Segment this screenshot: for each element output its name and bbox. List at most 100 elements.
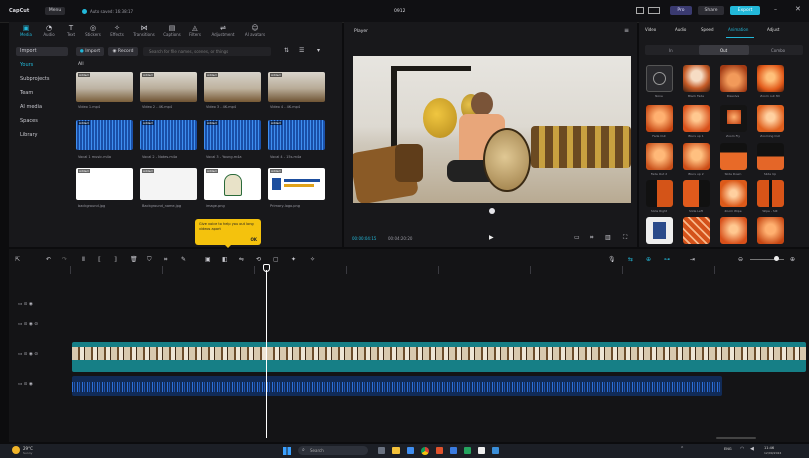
crop-frame-icon[interactable]: ▢ <box>273 256 279 263</box>
crop-icon[interactable]: ⌗ <box>590 234 593 242</box>
search-input[interactable]: Search for file names, scenes, or things <box>143 47 271 56</box>
shield-icon[interactable]: ⛉ <box>147 256 152 264</box>
minimize-icon[interactable]: – <box>774 6 777 13</box>
brush-icon[interactable]: ✎ <box>181 256 186 263</box>
tab-audio[interactable]: ◔ Audio <box>39 24 59 40</box>
play-icon[interactable]: ▶ <box>489 234 494 241</box>
windows-start-icon[interactable] <box>283 447 291 455</box>
undo-icon[interactable]: ↶ <box>46 256 51 263</box>
media-thumb-video-1[interactable]: Added <box>76 72 133 102</box>
filter-icon[interactable]: ☰ <box>299 47 304 54</box>
player-scrub-dot[interactable] <box>489 208 495 214</box>
tab-captions[interactable]: ▤ Captions <box>160 24 184 40</box>
tray-chevron-icon[interactable]: ⌃ <box>680 446 684 452</box>
sidebar-item-library[interactable]: Library <box>16 131 68 140</box>
video-clip[interactable] <box>72 342 806 372</box>
tab-filters[interactable]: ◬ Filters <box>184 24 206 40</box>
shortcut-icon[interactable] <box>648 7 660 14</box>
tab-adjustment[interactable]: ⇌ Adjustment <box>207 24 239 40</box>
mirror-icon[interactable]: ⇋ <box>239 256 244 263</box>
effect-zoom-out-3d[interactable] <box>757 65 784 92</box>
audio-clip[interactable] <box>72 376 722 396</box>
quality-icon[interactable]: ▥ <box>605 234 611 241</box>
split-icon[interactable]: Ⅱ <box>82 256 85 263</box>
effect-wipe-slit[interactable] <box>757 180 784 207</box>
crop-tool-icon[interactable]: ⌗ <box>164 256 167 264</box>
app-icon[interactable] <box>464 447 471 454</box>
tab-stickers[interactable]: ◎ Stickers <box>81 24 105 40</box>
sidebar-item-yours[interactable]: Yours <box>16 61 68 70</box>
playhead[interactable] <box>266 270 267 438</box>
redo-icon[interactable]: ↷ <box>62 256 67 263</box>
menu-button[interactable]: Menu <box>45 7 65 15</box>
media-thumb-audio-2[interactable]: Added <box>140 120 197 150</box>
track-lock-icon[interactable]: ▭ ⊙ ◉ <box>18 302 33 307</box>
tab-adjust[interactable]: Adjust <box>767 27 780 32</box>
effect-none[interactable] <box>646 65 673 92</box>
effect-shrink[interactable] <box>646 217 673 244</box>
view-icon[interactable]: ▾ <box>317 47 320 54</box>
microphone-icon[interactable]: 🎙 <box>608 256 616 263</box>
sort-icon[interactable]: ⇅ <box>284 47 289 54</box>
wifi-icon[interactable]: ◠ <box>740 446 744 452</box>
effect-dissolve[interactable] <box>720 65 747 92</box>
magic-icon[interactable]: ✧ <box>310 256 315 263</box>
rotate-icon[interactable]: ⟲ <box>256 256 261 263</box>
track-lock-icon[interactable]: ▭ ⊙ ◉ ⊙ <box>18 322 38 327</box>
media-thumb-audio-1[interactable]: Added <box>76 120 133 150</box>
effect-slide-down[interactable] <box>720 143 747 170</box>
tab-speed[interactable]: Speed <box>701 27 714 32</box>
media-thumb-image-4[interactable]: Added <box>268 168 325 200</box>
effect-zoom-wipe[interactable] <box>720 180 747 207</box>
volume-icon[interactable]: ◀ <box>750 446 754 452</box>
time-ruler[interactable] <box>70 266 805 274</box>
video-preview[interactable] <box>353 56 631 203</box>
main-track-link-icon[interactable]: ⇆ <box>628 256 633 263</box>
sidebar-item-spaces[interactable]: Spaces <box>16 117 68 126</box>
record-button[interactable]: ◉ Record <box>108 47 138 56</box>
effect-shake[interactable] <box>683 217 710 244</box>
timeline-scrollbar[interactable] <box>716 437 756 439</box>
app-icon[interactable] <box>436 447 443 454</box>
chrome-icon[interactable] <box>421 447 429 455</box>
weather-icon[interactable] <box>12 446 20 454</box>
tab-audio-inspector[interactable]: Audio <box>675 27 686 32</box>
pro-button[interactable]: Pro <box>670 6 692 15</box>
import-button[interactable]: ● Import <box>76 47 104 56</box>
tab-ai-avatars[interactable]: ☺ AI avatars <box>240 24 270 40</box>
zoom-slider-handle[interactable] <box>774 256 779 261</box>
media-thumb-image-2[interactable]: Added <box>140 168 197 200</box>
project-name[interactable]: 0912 <box>394 9 405 14</box>
delete-icon[interactable]: 🗑 <box>130 256 138 263</box>
preview-axis-icon[interactable]: ⇥ <box>690 256 695 263</box>
tab-media[interactable]: ▣ Media <box>12 24 40 40</box>
effect-zoom-fly[interactable] <box>720 105 747 132</box>
effect-blurs-up-1[interactable] <box>683 105 710 132</box>
effect-slide-left[interactable] <box>683 180 710 207</box>
layout-icon[interactable] <box>636 7 644 14</box>
snap-icon[interactable]: ⊕ <box>646 256 651 263</box>
link-icon[interactable]: ⊶ <box>664 256 670 263</box>
media-thumb-video-2[interactable]: Added <box>140 72 197 102</box>
media-thumb-audio-3[interactable]: Added <box>204 120 261 150</box>
effect-glitch[interactable] <box>757 217 784 244</box>
capcut-taskbar-icon[interactable] <box>478 447 485 454</box>
zoom-out-icon[interactable]: ⊖ <box>738 256 743 263</box>
effect-zooming-out[interactable] <box>757 105 784 132</box>
media-thumb-image-1[interactable]: Added <box>76 168 133 200</box>
player-menu-icon[interactable]: ≡ <box>624 27 629 34</box>
taskbar-search-input[interactable]: Search <box>298 446 368 455</box>
taskview-icon[interactable] <box>378 447 385 454</box>
effect-slide-right[interactable] <box>646 180 673 207</box>
split-right-icon[interactable]: ⟧ <box>114 256 117 263</box>
subtab-in[interactable]: In <box>669 48 673 53</box>
tab-video[interactable]: Video <box>645 27 656 32</box>
sidebar-item-subprojects[interactable]: Subprojects <box>16 75 68 84</box>
tab-effects[interactable]: ✧ Effects <box>106 24 128 40</box>
media-thumb-audio-4[interactable]: Added <box>268 120 325 150</box>
clock-date[interactable]: 12/09/2024 <box>764 451 781 455</box>
media-thumb-image-3[interactable]: Added <box>204 168 261 200</box>
effect-black-fade[interactable] <box>683 65 710 92</box>
language-indicator[interactable]: ENG <box>724 447 732 451</box>
fullscreen-icon[interactable]: ⛶ <box>623 234 627 242</box>
